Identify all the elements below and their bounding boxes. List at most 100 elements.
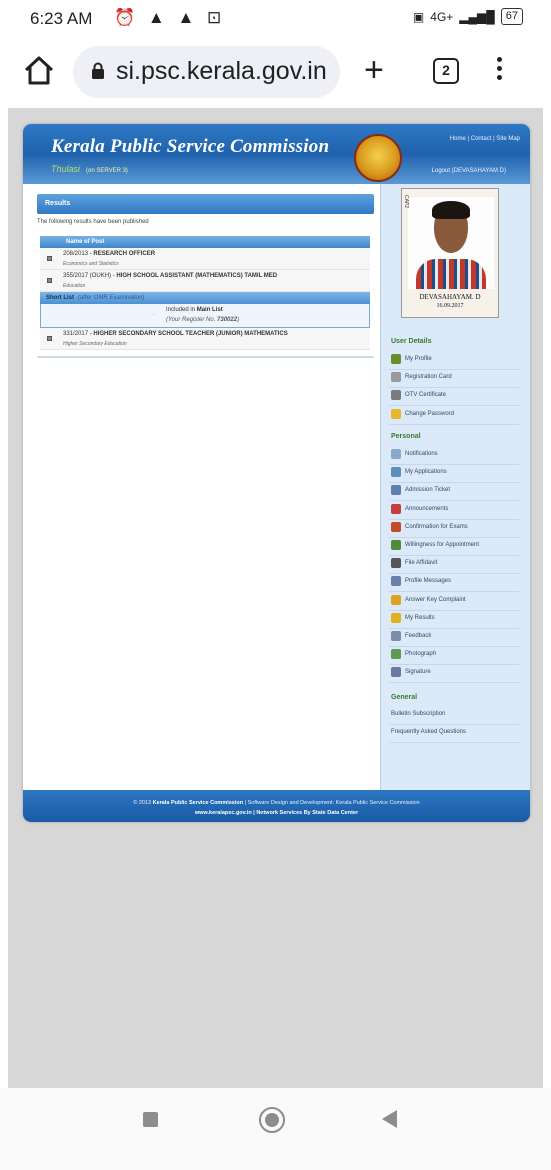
- sidebar-item[interactable]: Willingness for Appointment: [389, 538, 519, 556]
- menu-item-icon: [391, 576, 401, 587]
- site-title: Kerala Public Service Commission: [51, 136, 330, 157]
- sidebar-item[interactable]: Profile Messages: [389, 574, 519, 593]
- sidebar-item-label: Notifications: [405, 451, 438, 457]
- site-subtitle: Thulasi (on SERVER 3): [51, 164, 128, 174]
- main-content: Results The following results have been …: [37, 194, 374, 714]
- photo-caption: CAP2: [403, 195, 409, 209]
- status-bar: 6:23 AM ⏰ ▲ ▲ ⊡ ▣ 4G+ ▂▄▆█ 67: [0, 0, 551, 38]
- sidebar-item-label: Announcements: [405, 505, 449, 512]
- footer-org[interactable]: Kerala Public Service Commission: [153, 800, 243, 806]
- sidebar-item[interactable]: Answer Key Complaint: [389, 593, 519, 611]
- recents-icon[interactable]: [143, 1112, 158, 1127]
- sidebar-item[interactable]: Confirmation for Exams: [389, 520, 519, 538]
- new-tab-icon[interactable]: +: [364, 50, 384, 90]
- sidebar-item[interactable]: OTV Certificate: [389, 388, 519, 407]
- sidebar-item[interactable]: Change Password: [389, 407, 519, 425]
- post-code: 355/2017 (OUKH): [63, 273, 112, 279]
- home-icon[interactable]: [22, 54, 56, 88]
- table-row[interactable]: 355/2017 (OUKH) - HIGH SCHOOL ASSISTANT …: [40, 270, 370, 292]
- sidebar-item[interactable]: File Affidavit: [389, 556, 519, 575]
- more-menu-icon[interactable]: [494, 54, 504, 88]
- section-user-details: User Details: [391, 338, 432, 345]
- sidebar-item-label: Feedback: [405, 633, 432, 639]
- battery-icon: 67: [500, 8, 523, 25]
- home-circle-icon[interactable]: [259, 1107, 285, 1133]
- sidebar-item[interactable]: My Profile: [389, 352, 519, 370]
- system-navigation-bar: [0, 1088, 551, 1170]
- footer-copyright: © 2013: [133, 800, 152, 806]
- sidebar-item[interactable]: Photograph: [389, 647, 519, 666]
- section-personal: Personal: [391, 433, 421, 440]
- shortlist-label: Short List: [46, 295, 74, 301]
- sidebar-item-label: Profile Messages: [405, 578, 452, 585]
- expand-icon[interactable]: [47, 336, 52, 341]
- address-bar[interactable]: si.psc.kerala.gov.in: [73, 46, 340, 98]
- post-department: Higher Secondary Education: [63, 341, 127, 347]
- volte-icon: ▣: [412, 9, 425, 24]
- menu-item-icon: [391, 449, 401, 459]
- table-row[interactable]: 208/2013 - RESEARCH OFFICER Economics an…: [40, 248, 370, 270]
- register-prefix: (Your Register No.: [166, 317, 216, 323]
- signal-icon: ▂▄▆█: [459, 9, 495, 24]
- shortlist-header: Short List (after OMR Examination): [40, 292, 370, 304]
- sidebar-item-label: Photograph: [405, 651, 437, 658]
- sidebar-item-label: OTV Certificate: [405, 392, 447, 399]
- top-links[interactable]: Home | Contact | Site Map: [450, 136, 520, 142]
- logout-link[interactable]: Logout (DEVASAHAYAM D): [432, 168, 506, 174]
- sidebar-item-label: My Results: [405, 614, 435, 621]
- sidebar-item[interactable]: Feedback: [389, 629, 519, 647]
- sidebar-item[interactable]: My Results: [389, 611, 519, 629]
- sidebar-item[interactable]: Frequently Asked Questions: [389, 725, 519, 744]
- menu-item-icon: [391, 408, 401, 419]
- back-icon[interactable]: [382, 1110, 397, 1128]
- menu-item-icon: [391, 503, 401, 514]
- site-footer: © 2013 Kerala Public Service Commission …: [23, 790, 530, 822]
- site-header: Kerala Public Service Commission Thulasi…: [23, 124, 530, 184]
- content-divider: [37, 356, 374, 358]
- expand-icon[interactable]: [47, 256, 52, 261]
- photo-date: 16.09.2017: [436, 303, 464, 309]
- sidebar-item[interactable]: Notifications: [389, 447, 519, 465]
- sidebar-item-label: Admission Ticket: [405, 487, 451, 494]
- sidebar-item-label: My Applications: [405, 469, 447, 476]
- menu-item-icon: [391, 631, 401, 641]
- post-name: HIGHER SECONDARY SCHOOL TEACHER (JUNIOR)…: [93, 331, 288, 337]
- footer-links[interactable]: www.keralapsc.gov.in | Network Services …: [195, 810, 358, 816]
- table-row[interactable]: 331/2017 - HIGHER SECONDARY SCHOOL TEACH…: [40, 328, 370, 350]
- url-text: si.psc.kerala.gov.in: [116, 57, 327, 85]
- candidate-name: DEVASAHAYAM. D: [419, 293, 481, 301]
- sidebar-item[interactable]: Announcements: [389, 502, 519, 520]
- menu-item-icon: [391, 558, 401, 569]
- sidebar-item[interactable]: Admission Ticket: [389, 483, 519, 502]
- bullet-icon: ·: [153, 312, 155, 318]
- sidebar-item[interactable]: Signature: [389, 665, 519, 684]
- sidebar-item[interactable]: My Applications: [389, 465, 519, 484]
- post-name: RESEARCH OFFICER: [93, 251, 156, 257]
- shortlist-note: (after OMR Examination): [78, 295, 145, 301]
- sidebar: CAP2 DEVASAHAYAM. D 16.09.2017 User Deta…: [380, 184, 530, 790]
- sidebar-item[interactable]: Bulletin Subscription: [389, 707, 519, 725]
- status-right: ▣ 4G+ ▂▄▆█ 67: [413, 8, 523, 25]
- post-code: 208/2013: [63, 251, 89, 257]
- web-viewport: Kerala Public Service Commission Thulasi…: [8, 108, 543, 1088]
- menu-item-icon: [391, 649, 401, 660]
- expand-icon[interactable]: [47, 278, 52, 283]
- menu-item-icon: [391, 485, 401, 496]
- lock-icon: [92, 62, 104, 79]
- kerala-emblem-icon: [354, 134, 402, 182]
- post-name: HIGH SCHOOL ASSISTANT (MATHEMATICS) TAMI…: [116, 273, 278, 279]
- section-general: General: [391, 694, 418, 701]
- menu-item-icon: [391, 354, 401, 364]
- psc-site: Kerala Public Service Commission Thulasi…: [23, 124, 530, 822]
- menu-item-icon: [391, 612, 401, 623]
- results-heading: Results: [37, 194, 374, 214]
- sidebar-item-label: My Profile: [405, 356, 432, 362]
- sidebar-item[interactable]: Registration Card: [389, 370, 519, 389]
- sidebar-item-label: Bulletin Subscription: [391, 711, 446, 717]
- post-department: Education: [63, 283, 86, 289]
- shortlist-box: · Included in Main List (Your Register N…: [40, 304, 370, 328]
- menu-item-icon: [391, 390, 401, 401]
- sidebar-item-label: Frequently Asked Questions: [391, 729, 467, 736]
- tab-switcher-button[interactable]: 2: [433, 58, 459, 84]
- checked-shirt: [416, 259, 486, 289]
